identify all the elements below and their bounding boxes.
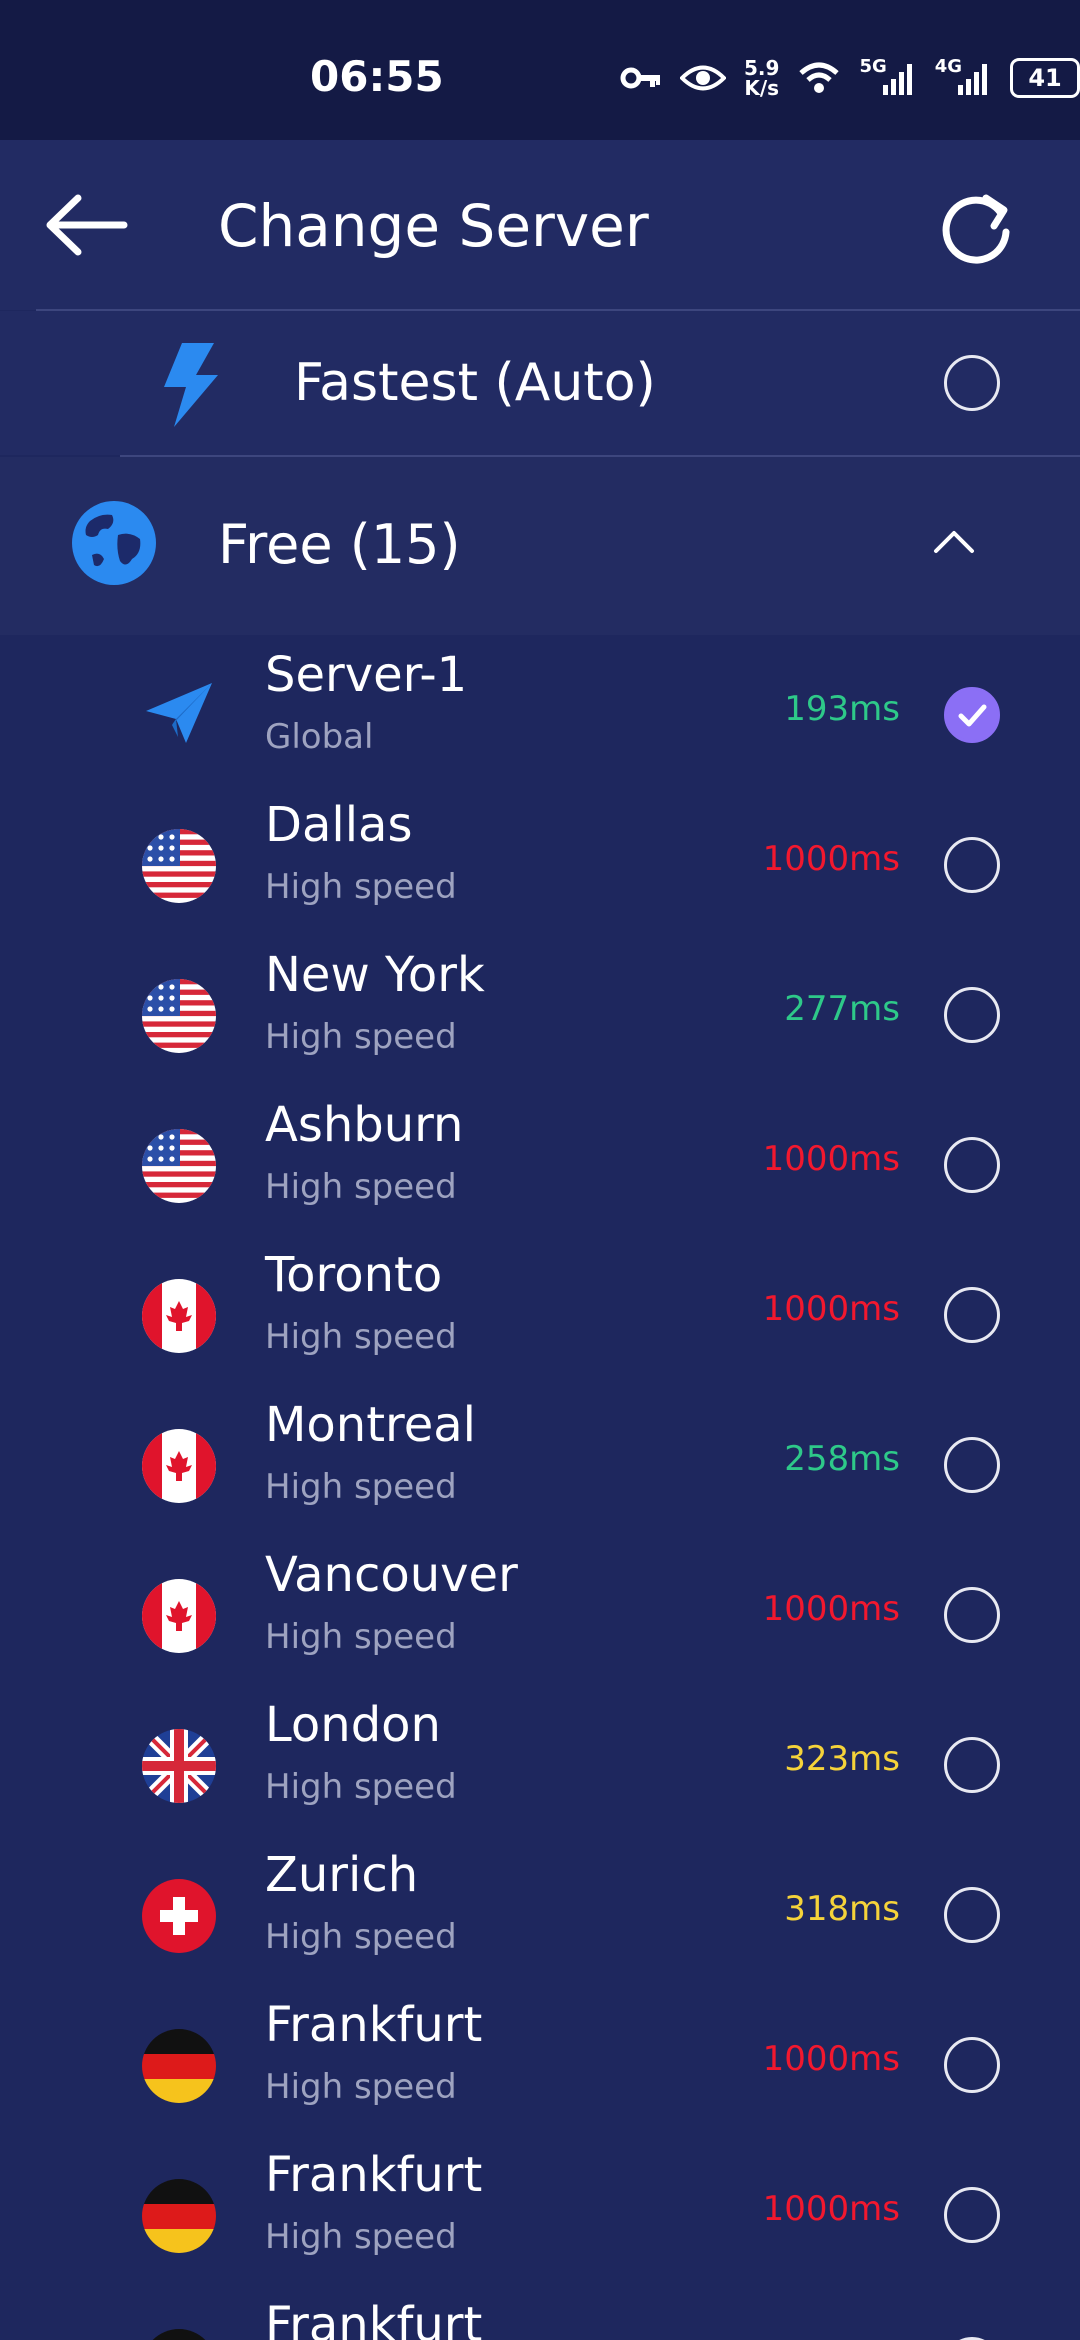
server-row[interactable]: FrankfurtHigh speed <box>0 2285 1080 2340</box>
server-list[interactable]: Server-1 Global 193ms Dallas High speed 1000m… <box>0 635 1080 2340</box>
us-flag-icon <box>142 1129 216 1203</box>
server-row[interactable]: New York High speed 277ms <box>0 935 1080 1085</box>
server-name: Server-1 <box>265 647 468 703</box>
server-subtitle: High speed <box>265 867 457 907</box>
server-name: Frankfurt <box>265 2147 483 2203</box>
ca-flag-icon <box>142 1579 216 1653</box>
server-radio[interactable] <box>944 2037 1000 2093</box>
status-bar: 06:55 5.9 K/s 5G 4G 41 <box>0 0 1080 140</box>
server-radio[interactable] <box>944 1287 1000 1343</box>
battery-icon: 41 <box>1010 58 1080 98</box>
server-radio[interactable] <box>944 837 1000 893</box>
server-ping: 193ms <box>784 689 900 729</box>
server-name: Frankfurt <box>265 2297 483 2340</box>
refresh-icon <box>942 194 1010 264</box>
server-row[interactable]: Frankfurt High speed 1000ms <box>0 2135 1080 2285</box>
uk-flag-icon <box>142 1729 216 1803</box>
server-ping: 1000ms <box>762 1139 900 1179</box>
signal-5g-label: 5G <box>859 55 887 77</box>
ca-flag-icon <box>142 1429 216 1503</box>
server-row[interactable]: Zurich High speed 318ms <box>0 1835 1080 1985</box>
server-subtitle: High speed <box>265 1617 457 1657</box>
server-ping: 1000ms <box>762 839 900 879</box>
server-row[interactable]: Dallas High speed 1000ms <box>0 785 1080 935</box>
signal-5g-icon: 5G <box>859 56 916 95</box>
server-subtitle: High speed <box>265 2217 457 2257</box>
server-subtitle: High speed <box>265 1167 457 1207</box>
server-name: Frankfurt <box>265 1997 483 2053</box>
de-flag-icon <box>142 2329 216 2340</box>
server-row[interactable]: London High speed 323ms <box>0 1685 1080 1835</box>
signal-4g-label: 4G <box>934 55 963 77</box>
server-name: London <box>265 1697 441 1753</box>
server-subtitle: High speed <box>265 2067 457 2107</box>
ch-flag-icon <box>142 1879 216 1953</box>
server-name: Ashburn <box>265 1097 464 1153</box>
server-radio[interactable] <box>944 1587 1000 1643</box>
server-name: Vancouver <box>265 1547 518 1603</box>
paper-plane-icon <box>142 675 216 749</box>
wifi-icon <box>797 61 841 95</box>
server-ping: 323ms <box>784 1739 900 1779</box>
server-radio[interactable] <box>944 987 1000 1043</box>
refresh-button[interactable] <box>936 188 1016 268</box>
key-icon <box>620 65 662 91</box>
server-row[interactable]: Ashburn High speed 1000ms <box>0 1085 1080 1235</box>
chevron-up-icon[interactable] <box>932 525 976 561</box>
net-speed-indicator: 5.9 K/s <box>744 58 779 98</box>
server-ping: 277ms <box>784 989 900 1029</box>
server-ping: 1000ms <box>762 2039 900 2079</box>
lightning-bolt-icon <box>164 343 218 427</box>
back-button[interactable] <box>40 190 130 260</box>
server-row[interactable]: Toronto High speed 1000ms <box>0 1235 1080 1385</box>
server-subtitle: High speed <box>265 1467 457 1507</box>
battery-level: 41 <box>1028 64 1062 92</box>
us-flag-icon <box>142 979 216 1053</box>
fastest-auto-option[interactable]: Fastest (Auto) <box>0 311 1080 455</box>
server-subtitle: High speed <box>265 1767 457 1807</box>
us-flag-icon <box>142 829 216 903</box>
ca-flag-icon <box>142 1279 216 1353</box>
server-ping: 318ms <box>784 1889 900 1929</box>
de-flag-icon <box>142 2029 216 2103</box>
server-radio[interactable] <box>944 1737 1000 1793</box>
net-speed-unit: K/s <box>744 76 780 100</box>
server-row[interactable]: Montreal High speed 258ms <box>0 1385 1080 1535</box>
server-subtitle: High speed <box>265 1017 457 1057</box>
server-row[interactable]: Frankfurt High speed 1000ms <box>0 1985 1080 2135</box>
back-arrow-icon <box>46 194 128 256</box>
server-radio[interactable] <box>944 1137 1000 1193</box>
server-radio[interactable] <box>944 1887 1000 1943</box>
free-group-header[interactable]: Free (15) <box>0 457 1080 635</box>
server-ping: 1000ms <box>762 1289 900 1329</box>
signal-4g-icon: 4G <box>935 56 992 95</box>
server-name: Montreal <box>265 1397 476 1453</box>
server-row[interactable]: Server-1 Global 193ms <box>0 635 1080 785</box>
free-group-label: Free (15) <box>218 513 461 576</box>
server-radio-selected[interactable] <box>944 687 1000 743</box>
server-subtitle: High speed <box>265 1917 457 1957</box>
server-name: New York <box>265 947 485 1003</box>
server-ping: 258ms <box>784 1439 900 1479</box>
server-radio[interactable] <box>944 1437 1000 1493</box>
server-name: Zurich <box>265 1847 419 1903</box>
server-ping: 1000ms <box>762 2189 900 2229</box>
status-icons: 5.9 K/s 5G 4G 41 <box>620 56 1080 100</box>
globe-icon <box>72 501 156 585</box>
server-subtitle: High speed <box>265 1317 457 1357</box>
de-flag-icon <box>142 2179 216 2253</box>
server-name: Dallas <box>265 797 413 853</box>
server-name: Toronto <box>265 1247 443 1303</box>
fastest-auto-label: Fastest (Auto) <box>294 353 656 413</box>
server-ping: 1000ms <box>762 1589 900 1629</box>
status-time: 06:55 <box>310 52 444 101</box>
page-title: Change Server <box>218 192 649 260</box>
app-header: Change Server <box>0 140 1080 310</box>
checkmark-icon <box>958 704 987 727</box>
server-radio[interactable] <box>944 2187 1000 2243</box>
fastest-radio[interactable] <box>944 355 1000 411</box>
server-row[interactable]: Vancouver High speed 1000ms <box>0 1535 1080 1685</box>
server-subtitle: Global <box>265 717 374 757</box>
eye-icon <box>680 63 726 93</box>
